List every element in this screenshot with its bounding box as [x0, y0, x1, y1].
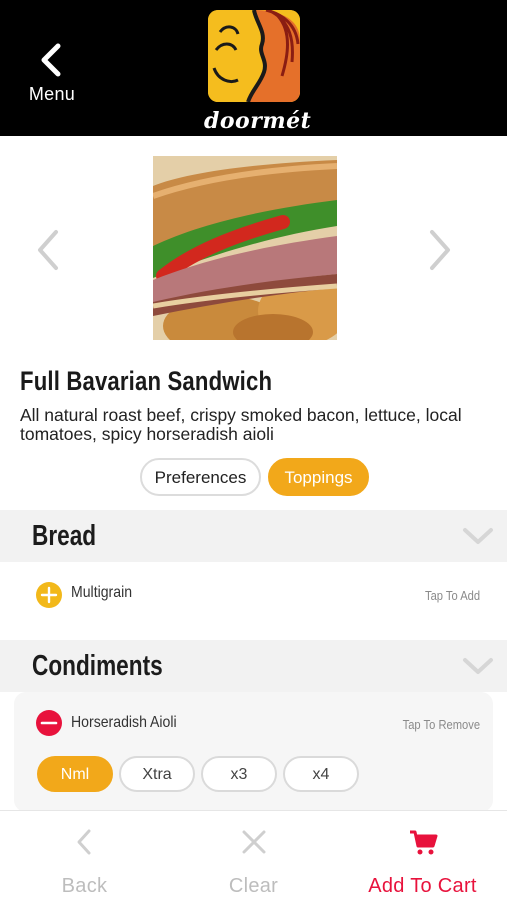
bottom-action-bar: Back Clear Add To Cart	[0, 810, 507, 900]
next-image-button[interactable]	[424, 228, 454, 272]
logo-face-icon	[208, 10, 300, 102]
back-label: Back	[61, 875, 108, 897]
plus-circle-icon[interactable]	[36, 582, 62, 608]
previous-image-button[interactable]	[34, 228, 64, 272]
option-name: Multigrain	[71, 584, 133, 601]
chevron-left-icon	[41, 43, 61, 77]
brand-wordmark: doormét	[204, 108, 312, 134]
menu-label: Menu	[28, 84, 76, 104]
add-to-cart-button[interactable]: Add To Cart	[338, 811, 507, 900]
option-action-hint: Tap To Remove	[402, 717, 480, 732]
product-description: All natural roast beef, crispy smoked ba…	[20, 405, 462, 444]
quantity-x3-button[interactable]: x3	[201, 756, 277, 792]
product-photo	[153, 156, 337, 340]
section-header-condiments[interactable]: Condiments	[0, 640, 507, 692]
logo-badge	[208, 10, 300, 102]
app-header: Menu doormét	[0, 0, 507, 136]
tab-preferences[interactable]: Preferences	[140, 458, 261, 496]
tab-toppings[interactable]: Toppings	[268, 458, 369, 496]
clear-button[interactable]: Clear	[169, 811, 338, 900]
product-gallery	[0, 136, 507, 356]
back-button[interactable]: Back	[0, 811, 169, 900]
section-header-bread[interactable]: Bread	[0, 510, 507, 562]
quantity-x4-button[interactable]: x4	[283, 756, 359, 792]
cart-icon	[409, 830, 437, 855]
option-action-hint: Tap To Add	[424, 588, 480, 603]
section-title: Bread	[32, 520, 97, 552]
clear-label: Clear	[228, 875, 279, 897]
menu-button[interactable]: Menu	[20, 38, 84, 108]
chevron-down-icon	[463, 528, 493, 544]
section-title: Condiments	[32, 650, 163, 682]
close-icon	[242, 830, 265, 854]
quantity-normal-button[interactable]: Nml	[37, 756, 113, 792]
minus-circle-icon[interactable]	[36, 710, 62, 736]
option-card-horseradish-aioli: Horseradish Aioli Tap To Remove Nml Xtra…	[14, 692, 493, 812]
option-name[interactable]: Horseradish Aioli	[71, 714, 177, 732]
brand-logo: doormét	[204, 10, 312, 134]
chevron-left-icon	[77, 829, 90, 855]
add-to-cart-label: Add To Cart	[368, 875, 477, 897]
product-title: Full Bavarian Sandwich	[20, 366, 273, 396]
quantity-extra-button[interactable]: Xtra	[119, 756, 195, 792]
option-row-multigrain[interactable]: Multigrain Tap To Add	[0, 562, 507, 626]
chevron-down-icon	[463, 658, 493, 674]
